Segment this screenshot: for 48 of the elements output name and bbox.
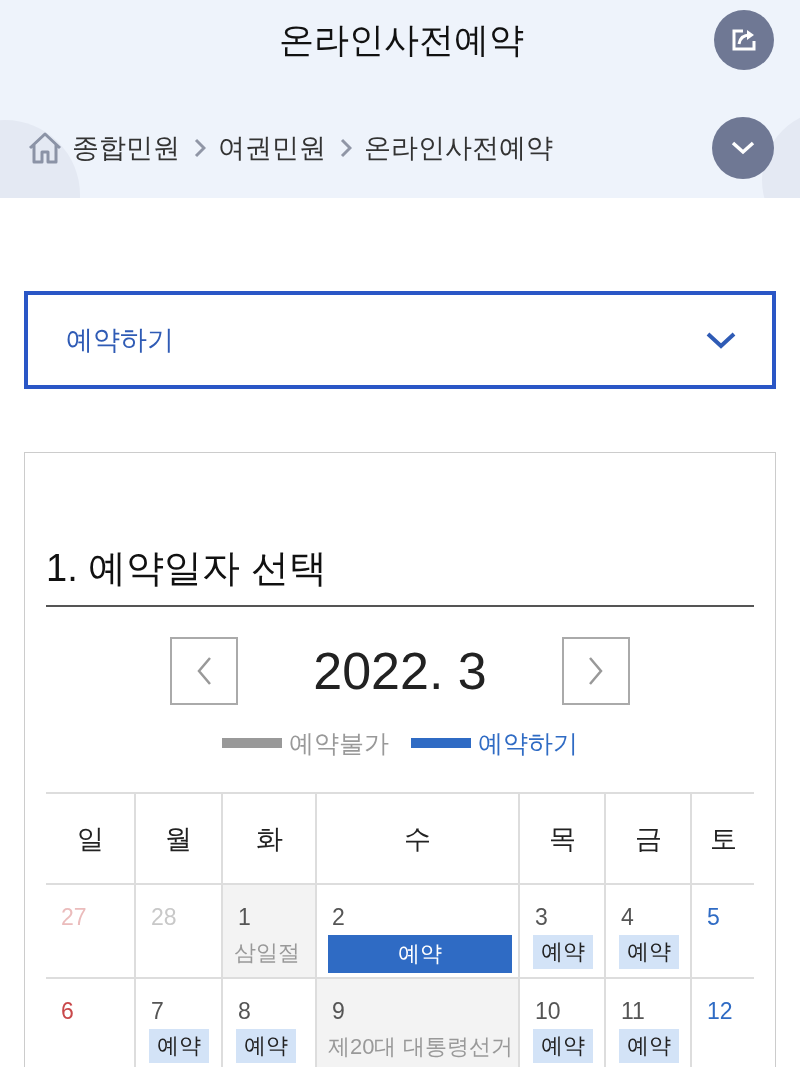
share-button[interactable] (714, 10, 774, 70)
next-month-button[interactable] (562, 637, 630, 705)
reserve-button[interactable]: 예약 (149, 1029, 209, 1063)
weekday-header: 수 (316, 793, 519, 884)
day-number: 4 (620, 903, 634, 932)
section-heading: 1. 예약일자 선택 (46, 545, 754, 607)
day-number: 1 (237, 903, 251, 932)
chevron-right-icon (194, 138, 206, 158)
reserve-button[interactable]: 예약 (619, 935, 679, 969)
weekday-header: 목 (519, 793, 605, 884)
chevron-left-icon (196, 656, 212, 686)
day-number: 7 (150, 997, 164, 1026)
legend-label: 예약하기 (478, 729, 578, 757)
reserve-button[interactable]: 예약 (619, 1029, 679, 1063)
day-number: 5 (706, 903, 720, 932)
day-number: 2 (331, 903, 345, 932)
day-number: 9 (331, 997, 345, 1026)
reservation-select[interactable]: 예약하기 (24, 291, 776, 389)
weekday-header: 금 (605, 793, 691, 884)
holiday-label: 삼일절 (234, 939, 300, 967)
day-number: 3 (534, 903, 548, 932)
breadcrumb-link[interactable]: 여권민원 (218, 131, 326, 165)
day-number: 6 (60, 997, 74, 1026)
weekday-header: 토 (691, 793, 754, 884)
chevron-down-icon (731, 141, 755, 155)
chevron-down-icon (706, 331, 736, 349)
day-number: 27 (60, 903, 87, 932)
page-title: 온라인사전예약 (278, 19, 524, 61)
chevron-right-icon (588, 656, 604, 686)
breadcrumb-link[interactable]: 온라인사전예약 (364, 131, 553, 165)
day-number: 11 (620, 997, 645, 1026)
weekday-header: 월 (135, 793, 222, 884)
legend-label: 예약불가 (289, 729, 389, 757)
reserve-button[interactable]: 예약 (533, 935, 593, 969)
holiday-label: 제20대 대통령선거 (328, 1033, 513, 1061)
breadcrumb-link[interactable]: 종합민원 (72, 131, 180, 165)
reserve-button[interactable]: 예약 (533, 1029, 593, 1063)
month-label: 2022. 3 (312, 641, 488, 701)
day-number: 8 (237, 997, 251, 1026)
reserve-button[interactable]: 예약 (328, 935, 512, 973)
day-number: 10 (534, 997, 561, 1026)
prev-month-button[interactable] (170, 637, 238, 705)
home-icon[interactable] (28, 132, 62, 164)
day-number: 12 (706, 997, 733, 1026)
reserve-button[interactable]: 예약 (236, 1029, 296, 1063)
weekday-header: 일 (46, 793, 135, 884)
chevron-right-icon (340, 138, 352, 158)
share-icon (731, 28, 757, 52)
